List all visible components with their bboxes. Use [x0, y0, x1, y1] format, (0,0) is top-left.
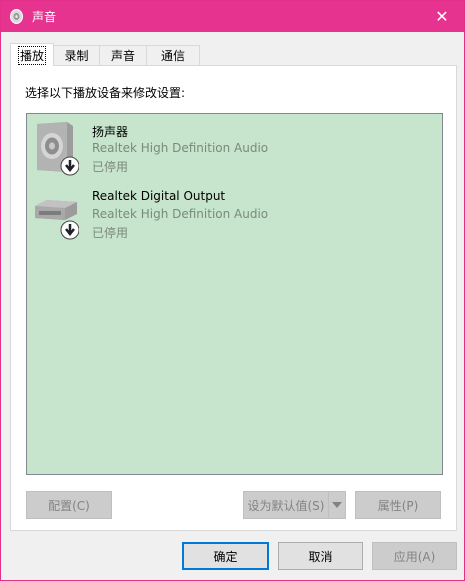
instruction-label: 选择以下播放设备来修改设置:	[25, 86, 186, 100]
device-status: 已停用	[92, 226, 129, 240]
device-list[interactable]: 扬声器 Realtek High Definition Audio 已停用 Re…	[26, 113, 443, 475]
tab-playback[interactable]: 播放	[10, 43, 54, 66]
set-default-button[interactable]: 设为默认值(S)	[243, 491, 329, 519]
configure-button[interactable]: 配置(C)	[26, 491, 112, 519]
digital-output-device-icon	[35, 200, 79, 240]
device-item-speaker[interactable]: 扬声器 Realtek High Definition Audio 已停用	[27, 120, 442, 184]
cancel-button[interactable]: 取消	[278, 542, 363, 570]
device-driver: Realtek High Definition Audio	[92, 207, 269, 221]
tab-sounds[interactable]: 声音	[99, 45, 147, 65]
close-button[interactable]: ✕	[420, 1, 464, 32]
apply-button[interactable]: 应用(A)	[372, 542, 457, 570]
speaker-icon	[10, 9, 23, 24]
device-name: Realtek Digital Output	[92, 189, 226, 203]
device-name: 扬声器	[92, 125, 129, 139]
chevron-down-icon	[332, 502, 342, 508]
device-status: 已停用	[92, 160, 129, 174]
speaker-device-icon	[37, 122, 79, 176]
window-title: 声音	[32, 10, 57, 24]
title-bar[interactable]: 声音 ✕	[1, 1, 464, 32]
sound-dialog: 声音 ✕ 播放 录制 声音 通信 选择以下播放设备来修改设置: 扬声器 Real…	[0, 0, 465, 581]
playback-panel: 选择以下播放设备来修改设置: 扬声器 Realtek High Definiti…	[10, 65, 457, 531]
tab-recording[interactable]: 录制	[53, 45, 100, 65]
device-driver: Realtek High Definition Audio	[92, 141, 269, 155]
set-default-dropdown[interactable]	[328, 491, 346, 519]
close-icon: ✕	[435, 7, 449, 26]
properties-button[interactable]: 属性(P)	[355, 491, 441, 519]
tab-communications[interactable]: 通信	[146, 45, 200, 65]
ok-button[interactable]: 确定	[182, 542, 269, 570]
device-item-digital-output[interactable]: Realtek Digital Output Realtek High Defi…	[27, 186, 442, 250]
